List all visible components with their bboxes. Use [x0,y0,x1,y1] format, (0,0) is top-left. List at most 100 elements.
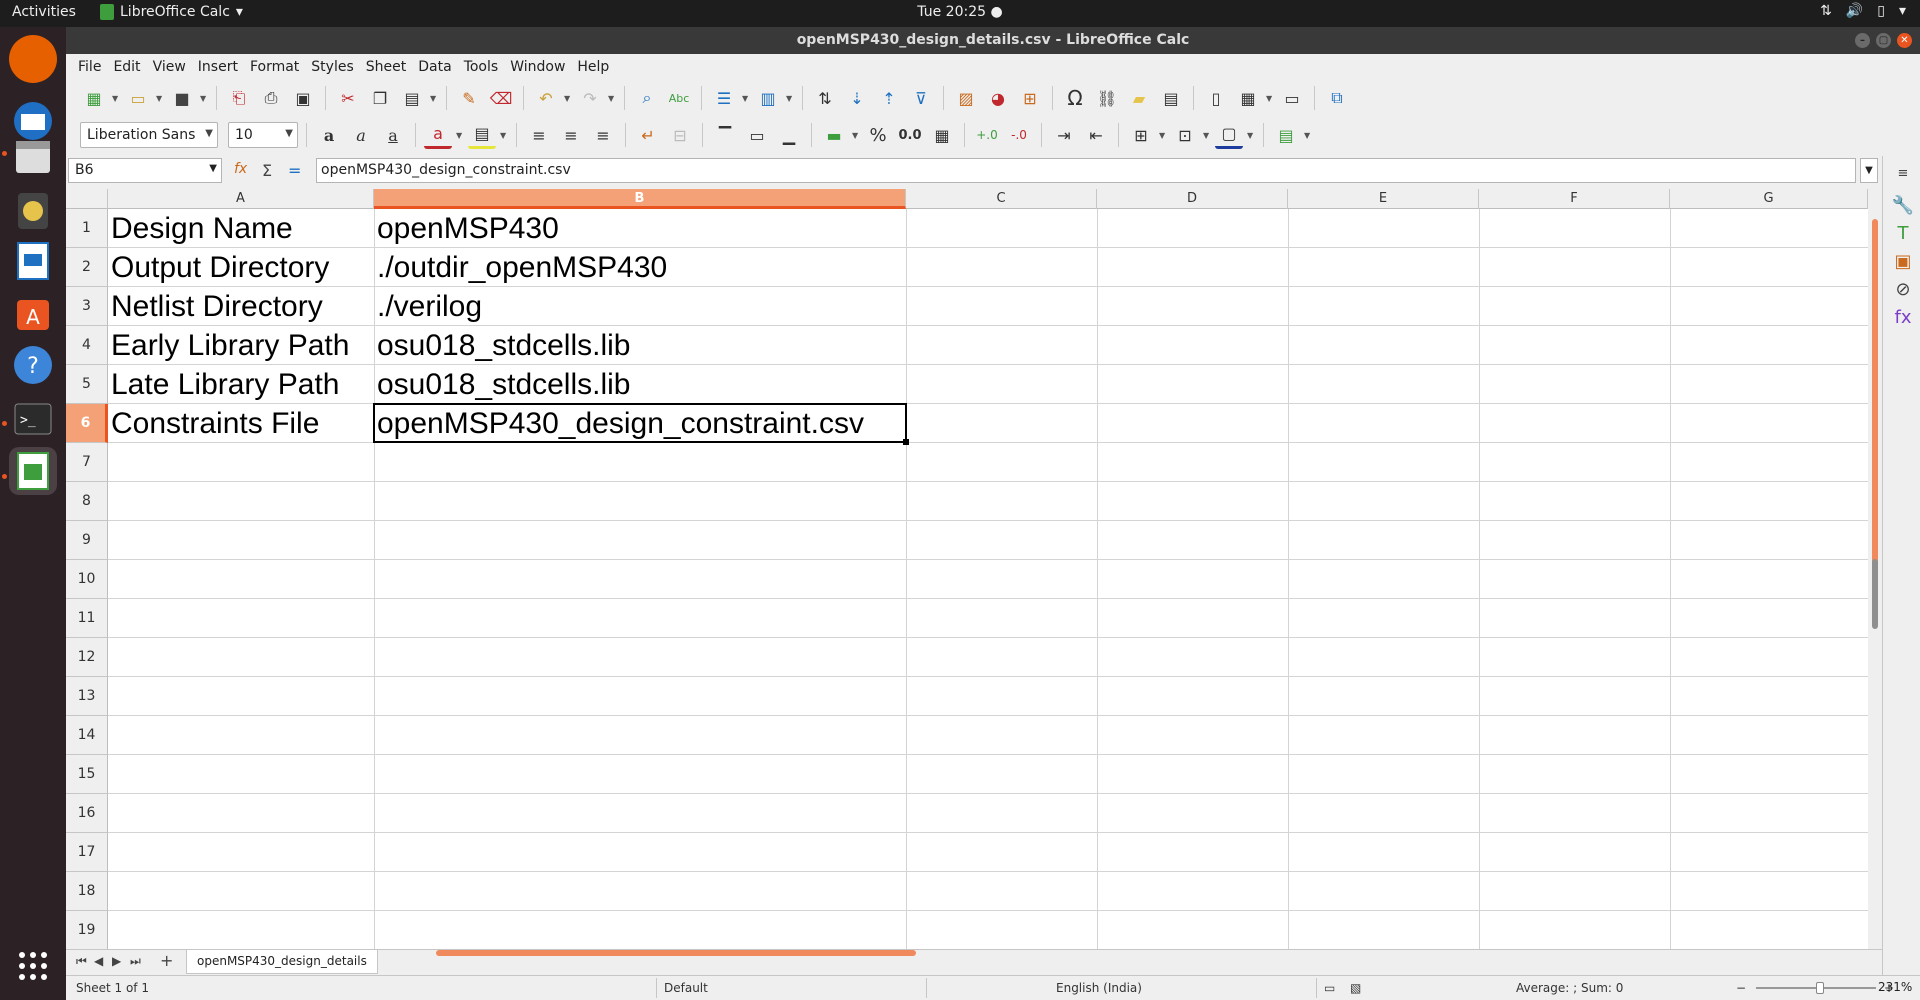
row-header[interactable]: 9 [66,521,108,560]
column-header-d[interactable]: D [1097,189,1288,209]
increase-indent-icon[interactable]: ⇥ [1050,121,1078,149]
wrap-text-icon[interactable]: ↵ [634,121,662,149]
border-style-icon[interactable]: ⊡ [1171,121,1199,149]
pivot-table-icon[interactable]: ⊞ [1016,84,1044,112]
highlight-color-icon[interactable]: ▤ [468,121,496,149]
calc-dock-icon[interactable] [9,447,57,495]
comment-icon[interactable]: ▰ [1125,84,1153,112]
sort-descending-icon[interactable]: ⇡ [875,84,903,112]
add-sheet-icon[interactable]: + [160,951,173,970]
files-icon[interactable] [9,132,57,180]
chevron-down-icon[interactable]: ▼ [1266,94,1274,103]
column-header-e[interactable]: E [1288,189,1479,209]
close-icon[interactable]: ✕ [1897,33,1912,48]
previous-sheet-icon[interactable]: ◀ [94,954,103,968]
special-character-icon[interactable]: Ω [1061,84,1089,112]
export-pdf-icon[interactable]: ⎗ [225,84,253,112]
chevron-down-icon[interactable]: ▼ [608,94,616,103]
column-header-f[interactable]: F [1479,189,1670,209]
sidebar-menu-icon[interactable]: ≡ [1890,160,1916,186]
row-header[interactable]: 3 [66,287,108,326]
row-icon[interactable]: ☰ [710,84,738,112]
row-header[interactable]: 13 [66,677,108,716]
redo-icon[interactable]: ↷ [576,84,604,112]
chevron-down-icon[interactable]: ▼ [1247,131,1255,140]
functions-icon[interactable]: fx [1890,304,1916,330]
menu-view[interactable]: View [147,59,192,75]
next-sheet-icon[interactable]: ▶ [112,954,121,968]
row-header[interactable]: 14 [66,716,108,755]
spelling-icon[interactable]: Abc [665,84,693,112]
align-center-icon[interactable]: ≡ [557,121,585,149]
copy-icon[interactable]: ❐ [366,84,394,112]
define-print-area-icon[interactable]: ▯ [1202,84,1230,112]
insert-chart-icon[interactable]: ◕ [984,84,1012,112]
clock[interactable]: Tue 20:25 [917,4,986,20]
menu-edit[interactable]: Edit [107,59,146,75]
chevron-down-icon[interactable]: ▾ [1899,3,1906,19]
sort-icon[interactable]: ⇅ [811,84,839,112]
chevron-down-icon[interactable]: ▼ [209,163,217,174]
conditional-format-icon[interactable]: ▤ [1272,121,1300,149]
chevron-down-icon[interactable]: ▼ [1159,131,1167,140]
chevron-down-icon[interactable]: ▼ [1860,158,1878,183]
cell-b2[interactable]: ./outdir_openMSP430 [374,248,906,287]
chevron-down-icon[interactable]: ▼ [430,94,438,103]
cell-a1[interactable]: Design Name [108,209,374,248]
menu-tools[interactable]: Tools [458,59,505,75]
cell-b1[interactable]: openMSP430 [374,209,906,248]
sheet-tab[interactable]: openMSP430_design_details [186,950,378,974]
row-header[interactable]: 2 [66,248,108,287]
row-header[interactable]: 15 [66,755,108,794]
app-menu[interactable]: LibreOffice Calc ▾ [100,4,243,20]
headers-footers-icon[interactable]: ▤ [1157,84,1185,112]
zoom-slider-knob[interactable] [1816,982,1824,994]
column-header-g[interactable]: G [1670,189,1868,209]
clear-formatting-icon[interactable]: ⌫ [487,84,515,112]
print-icon[interactable]: ⎙ [257,84,285,112]
align-bottom-icon[interactable]: ▁ [775,121,803,149]
underline-icon[interactable]: a [379,121,407,149]
center-vertically-icon[interactable]: ▭ [743,121,771,149]
row-header[interactable]: 5 [66,365,108,404]
freeze-rows-columns-icon[interactable]: ▦ [1234,84,1262,112]
font-size-box[interactable]: 10 ▼ [228,122,298,148]
terminal-icon[interactable]: >_ [9,395,57,443]
menu-data[interactable]: Data [412,59,457,75]
cell-a2[interactable]: Output Directory [108,248,374,287]
show-applications-icon[interactable] [9,942,57,990]
sum-icon[interactable]: Σ [262,161,272,180]
font-name-box[interactable]: Liberation Sans ▼ [80,122,218,148]
column-icon[interactable]: ▥ [754,84,782,112]
cell-b5[interactable]: osu018_stdcells.lib [374,365,906,404]
chevron-down-icon[interactable]: ▼ [500,131,508,140]
document-modified-icon[interactable]: ▧ [1350,981,1361,995]
row-header[interactable]: 19 [66,911,108,949]
cell-b4[interactable]: osu018_stdcells.lib [374,326,906,365]
select-all-corner[interactable] [66,189,108,209]
row-header[interactable]: 6 [66,404,108,443]
chevron-down-icon[interactable]: ▼ [205,128,213,139]
bold-icon[interactable]: a [315,121,343,149]
cell-a6[interactable]: Constraints File [108,404,374,443]
row-header[interactable]: 4 [66,326,108,365]
language[interactable]: English (India) [1056,981,1142,995]
cell-b3[interactable]: ./verilog [374,287,906,326]
row-header[interactable]: 1 [66,209,108,248]
align-left-icon[interactable]: ≡ [525,121,553,149]
properties-icon[interactable]: 🔧 [1890,192,1916,218]
chevron-down-icon[interactable]: ▼ [285,128,293,139]
row-header[interactable]: 12 [66,638,108,677]
menu-help[interactable]: Help [571,59,615,75]
volume-icon[interactable]: 🔊 [1846,3,1863,19]
spreadsheet-grid[interactable]: A B C D E F G 1 2 3 4 5 6 7 8 9 10 11 12… [66,189,1868,949]
writer-icon[interactable] [9,237,57,285]
system-tray[interactable]: ⇅ 🔊 ▯ ▾ [1820,3,1906,19]
software-center-icon[interactable]: A [9,289,57,337]
print-preview-icon[interactable]: ▣ [289,84,317,112]
chevron-down-icon[interactable]: ▼ [456,131,464,140]
new-icon[interactable]: ▦ [80,84,108,112]
menu-styles[interactable]: Styles [305,59,359,75]
cell-a4[interactable]: Early Library Path [108,326,374,365]
help-icon[interactable]: ? [9,341,57,389]
